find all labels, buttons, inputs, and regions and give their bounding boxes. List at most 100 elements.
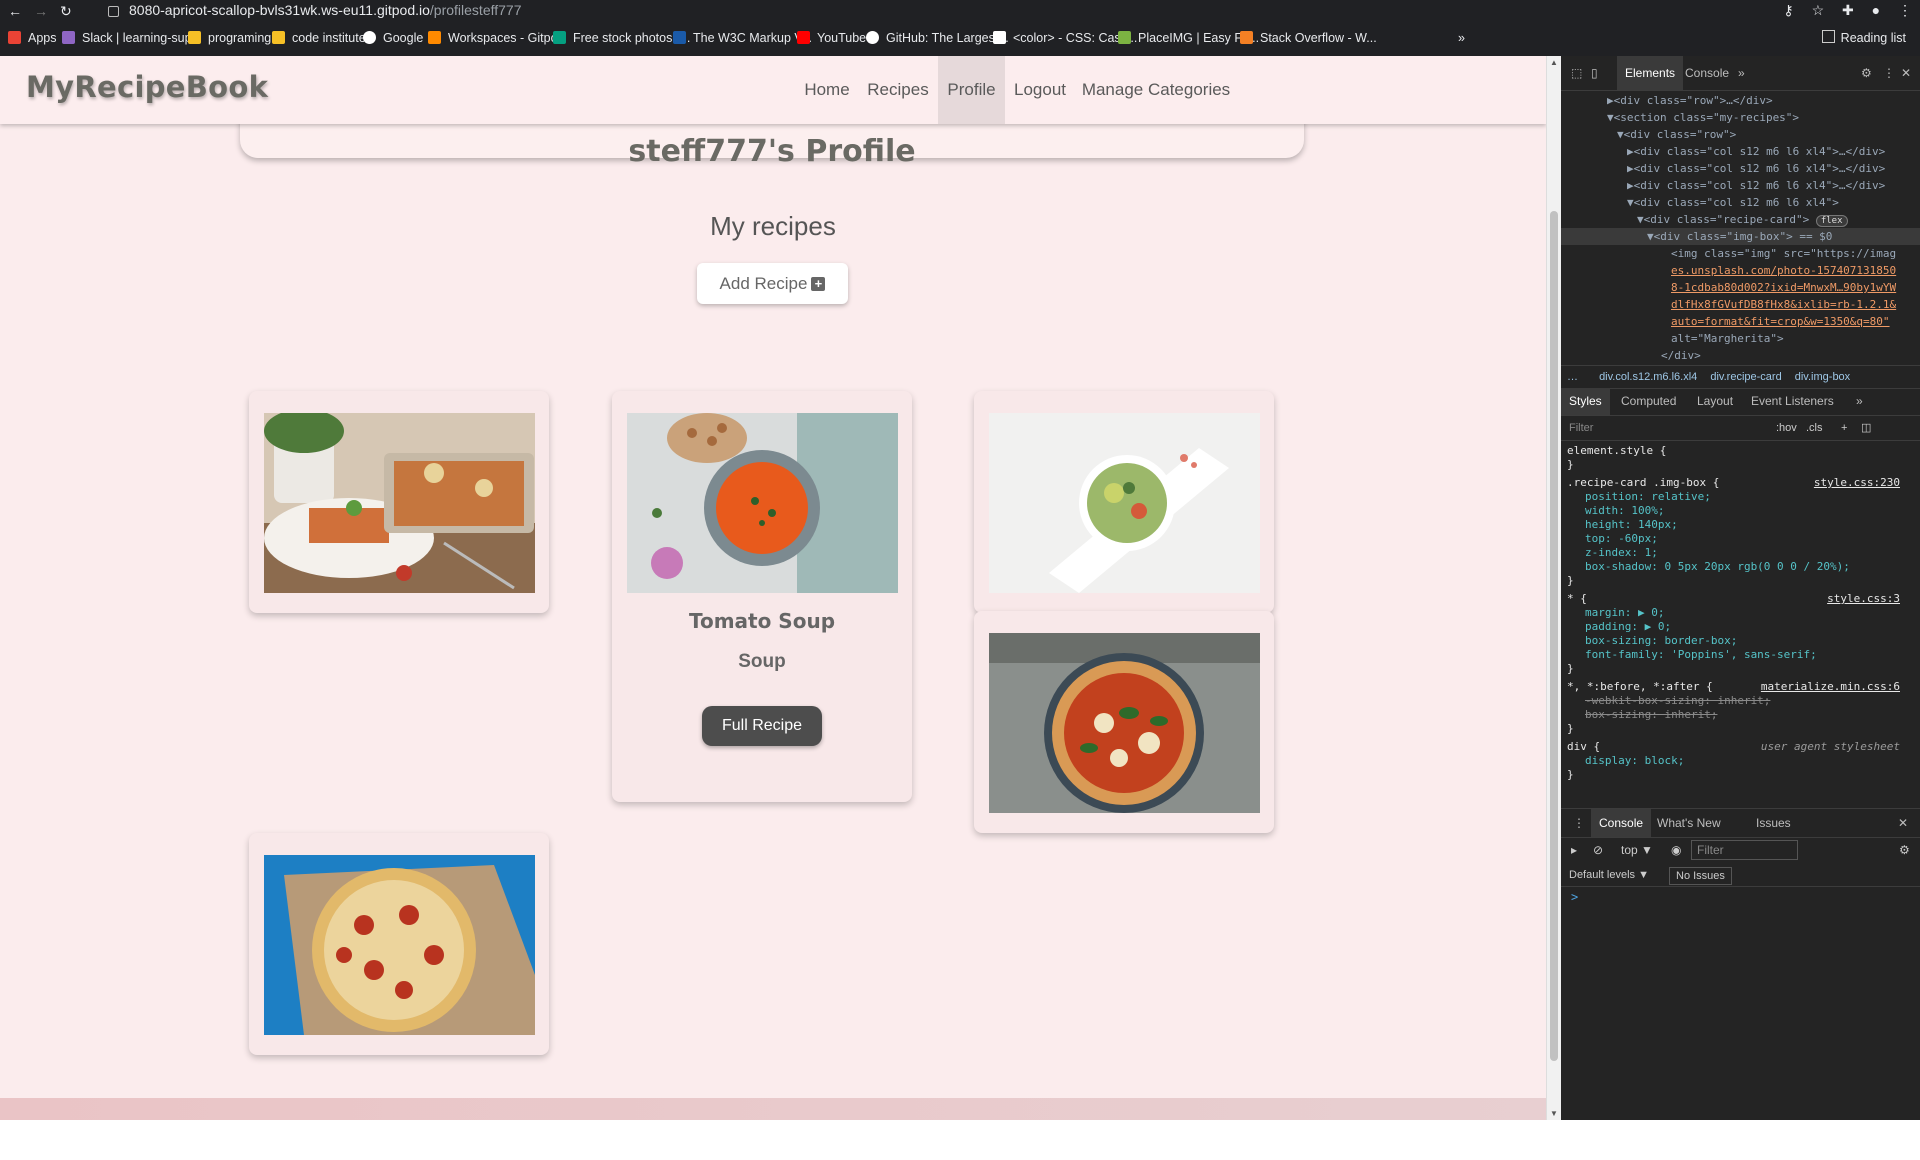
css-property[interactable]: padding: ▶ 0;	[1567, 620, 1671, 634]
tab-styles[interactable]: Styles	[1561, 388, 1610, 415]
scroll-down-icon[interactable]: ▼	[1550, 1109, 1558, 1118]
dom-node[interactable]: ▶<div class="col s12 m6 l6 xl4">…</div>	[1627, 143, 1885, 160]
more-tabs-icon[interactable]: »	[1856, 388, 1863, 415]
full-recipe-button[interactable]: Full Recipe	[702, 706, 822, 746]
tab-layout[interactable]: Layout	[1697, 388, 1733, 415]
console-prompt[interactable]: >	[1571, 890, 1578, 904]
console-filter-input[interactable]: Filter	[1691, 840, 1798, 860]
css-property-overridden[interactable]: box-sizing: inherit;	[1567, 708, 1717, 722]
dom-node[interactable]: <img class="img" src="https://imag	[1671, 245, 1896, 262]
css-property[interactable]: height: 140px;	[1567, 518, 1678, 532]
close-devtools-icon[interactable]: ✕	[1901, 56, 1911, 90]
nav-home[interactable]: Home	[796, 56, 858, 124]
css-property[interactable]: font-family: 'Poppins', sans-serif;	[1567, 648, 1817, 662]
bookmark-item[interactable]: The W3C Markup V...	[673, 21, 812, 56]
css-property[interactable]: width: 100%;	[1567, 504, 1664, 518]
tab-issues[interactable]: Issues	[1756, 809, 1791, 837]
tab-computed[interactable]: Computed	[1621, 388, 1676, 415]
settings-gear-icon[interactable]: ⚙	[1861, 56, 1872, 90]
rule-selector[interactable]: div {user agent stylesheet	[1567, 740, 1912, 754]
hov-toggle[interactable]: :hov	[1776, 416, 1797, 440]
breadcrumb-item[interactable]: div.recipe-card	[1710, 371, 1781, 383]
scroll-thumb[interactable]	[1550, 211, 1558, 1061]
menu-icon[interactable]: ⋮	[1898, 2, 1912, 18]
bookmark-item[interactable]: Workspaces - Gitpod	[428, 21, 564, 56]
nav-logout[interactable]: Logout	[1009, 56, 1071, 124]
rule-source-link[interactable]: style.css:230	[1814, 476, 1900, 490]
breadcrumb-item[interactable]: div.img-box	[1795, 371, 1850, 383]
css-property[interactable]: box-sizing: border-box;	[1567, 634, 1737, 648]
tab-console[interactable]: Console	[1685, 56, 1729, 90]
sidebar-toggle-icon[interactable]: ▸	[1571, 837, 1577, 863]
kebab-menu-icon[interactable]: ⋮	[1883, 56, 1895, 90]
bookmark-item[interactable]: PlaceIMG | Easy FP...	[1118, 21, 1259, 56]
css-property[interactable]: top: -60px;	[1567, 532, 1658, 546]
recipe-image-tomato-soup[interactable]	[627, 413, 898, 593]
star-icon[interactable]: ☆	[1812, 2, 1825, 18]
extensions-icon[interactable]: ✚	[1842, 2, 1854, 18]
rule-selector[interactable]: element.style {	[1567, 444, 1666, 458]
clear-console-icon[interactable]: ⊘	[1593, 837, 1603, 863]
breadcrumb-item[interactable]: div.col.s12.m6.l6.xl4	[1599, 371, 1697, 383]
more-tabs-icon[interactable]: »	[1738, 56, 1745, 90]
inspect-icon[interactable]: ⬚	[1571, 56, 1582, 90]
css-property[interactable]: display: block;	[1567, 754, 1684, 768]
nav-profile[interactable]: Profile	[938, 56, 1005, 124]
new-rule-icon[interactable]: +	[1841, 416, 1847, 440]
address-bar[interactable]: 8080-apricot-scallop-bvls31wk.ws-eu11.gi…	[108, 0, 1728, 20]
css-property[interactable]: box-shadow: 0 5px 20px rgb(0 0 0 / 20%);	[1567, 560, 1850, 574]
bookmark-item[interactable]: code institute	[272, 21, 366, 56]
nav-manage-categories[interactable]: Manage Categories	[1080, 56, 1232, 124]
breadcrumb-item[interactable]: …	[1567, 371, 1578, 383]
rule-selector[interactable]: .recipe-card .img-box {style.css:230	[1567, 476, 1912, 490]
default-levels-select[interactable]: Default levels ▼	[1569, 864, 1649, 886]
dom-node[interactable]: es.unsplash.com/photo-157407131850	[1671, 262, 1896, 279]
flex-badge[interactable]: flex	[1815, 215, 1848, 227]
css-property[interactable]: z-index: 1;	[1567, 546, 1658, 560]
recipe-image-salad[interactable]	[989, 413, 1260, 593]
bookmark-item[interactable]: GitHub: The Largest...	[866, 21, 1009, 56]
dom-node[interactable]: 8-1cdbab80d002?ixid=MnwxM…90by1wYW	[1671, 279, 1896, 296]
back-arrow-icon[interactable]: ←	[8, 3, 22, 19]
forward-arrow-icon[interactable]: →	[34, 3, 48, 19]
dom-node[interactable]: ▶<div class="row">…</div>	[1607, 92, 1773, 109]
cls-toggle[interactable]: .cls	[1806, 416, 1823, 440]
dom-node-selected[interactable]: ▼<div class="img-box"> == $0	[1561, 228, 1920, 245]
dom-node[interactable]: ▶<div class="col s12 m6 l6 xl4">…</div>	[1627, 160, 1885, 177]
dom-node[interactable]: dlfHx8fGVufDB8fHx8&ixlib=rb-1.2.1&	[1671, 296, 1896, 313]
device-toolbar-icon[interactable]: ▯	[1591, 56, 1598, 90]
eye-icon[interactable]: ◉	[1671, 837, 1681, 863]
tab-event-listeners[interactable]: Event Listeners	[1751, 388, 1834, 415]
avatar[interactable]: ●	[1872, 2, 1880, 18]
bookmark-item[interactable]: Google	[363, 21, 423, 56]
site-logo[interactable]: MyRecipeBook	[26, 70, 268, 104]
nav-recipes[interactable]: Recipes	[862, 56, 934, 124]
dom-node[interactable]: alt="Margherita">	[1671, 330, 1784, 347]
dom-node[interactable]: ▼<section class="my-recipes">	[1607, 109, 1799, 126]
drawer-menu-icon[interactable]: ⋮	[1573, 809, 1585, 837]
rule-selector[interactable]: * {style.css:3	[1567, 592, 1912, 606]
close-drawer-icon[interactable]: ✕	[1898, 809, 1908, 837]
css-property[interactable]: margin: ▶ 0;	[1567, 606, 1664, 620]
tab-whats-new[interactable]: What's New	[1657, 809, 1721, 837]
styles-filter-input[interactable]: Filter	[1569, 416, 1593, 440]
dom-node[interactable]: ▼<div class="row">	[1617, 126, 1736, 143]
bookmark-item[interactable]: YouTube	[797, 21, 866, 56]
recipe-image-margherita-pizza[interactable]	[989, 633, 1260, 813]
console-settings-icon[interactable]: ⚙	[1899, 837, 1910, 863]
page-scrollbar[interactable]: ▲ ▼	[1546, 56, 1561, 1120]
no-issues-badge[interactable]: No Issues	[1669, 867, 1732, 885]
bookmark-item[interactable]: Free stock photos -...	[553, 21, 690, 56]
tab-elements[interactable]: Elements	[1617, 56, 1684, 90]
dom-node[interactable]: auto=format&fit=crop&w=1350&q=80"	[1671, 313, 1890, 330]
reading-list[interactable]: Reading list	[1821, 21, 1906, 56]
bookmark-item[interactable]: Stack Overflow - W...	[1240, 21, 1377, 56]
dom-node[interactable]: ▶<div class="col s12 m6 l6 xl4">…</div>	[1627, 177, 1885, 194]
rule-selector[interactable]: *, *:before, *:after {materialize.min.cs…	[1567, 680, 1912, 694]
context-selector[interactable]: top ▼	[1621, 837, 1653, 863]
bookmark-item[interactable]: <color> - CSS: Casc...	[993, 21, 1137, 56]
bookmark-item[interactable]: Apps	[8, 21, 57, 56]
recipe-image-pepperoni-pizza[interactable]	[264, 855, 535, 1035]
more-bookmarks-icon[interactable]: »	[1458, 21, 1465, 56]
rule-source-link[interactable]: style.css:3	[1827, 592, 1900, 606]
